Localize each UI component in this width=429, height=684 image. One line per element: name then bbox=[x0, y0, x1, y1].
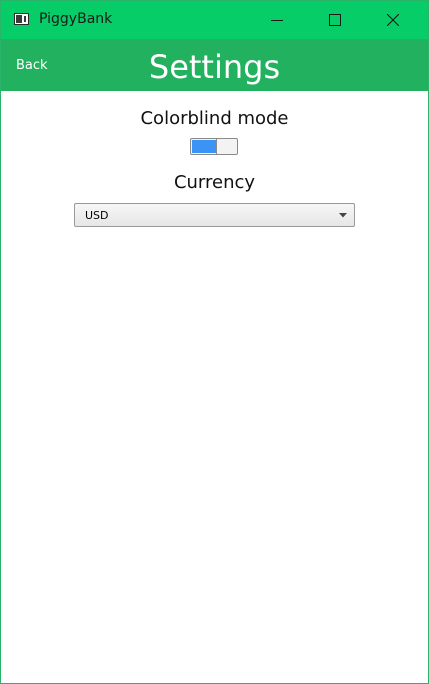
toggle-fill bbox=[192, 140, 216, 153]
currency-label: Currency bbox=[173, 172, 256, 193]
maximize-icon bbox=[329, 14, 341, 26]
app-icon-panel bbox=[16, 15, 22, 23]
minimize-icon bbox=[271, 20, 283, 21]
colorblind-mode-toggle[interactable] bbox=[190, 138, 238, 155]
piggybank-app-icon bbox=[14, 13, 29, 25]
settings-header: Back Settings bbox=[1, 39, 428, 91]
page-title: Settings bbox=[148, 48, 281, 86]
app-window: PiggyBank Back Settings Colorblind mode … bbox=[0, 0, 429, 684]
maximize-button[interactable] bbox=[312, 1, 358, 39]
window-title: PiggyBank bbox=[39, 11, 113, 27]
toggle-divider bbox=[216, 139, 217, 154]
close-icon bbox=[387, 14, 399, 26]
currency-select[interactable]: USD bbox=[74, 203, 355, 227]
title-bar[interactable]: PiggyBank bbox=[1, 1, 428, 39]
dropdown-arrow-icon bbox=[339, 213, 347, 218]
currency-select-value: USD bbox=[85, 209, 109, 222]
close-button[interactable] bbox=[370, 1, 416, 39]
minimize-button[interactable] bbox=[254, 1, 300, 39]
colorblind-mode-label: Colorblind mode bbox=[140, 108, 289, 129]
app-icon-panel-small bbox=[24, 16, 26, 22]
